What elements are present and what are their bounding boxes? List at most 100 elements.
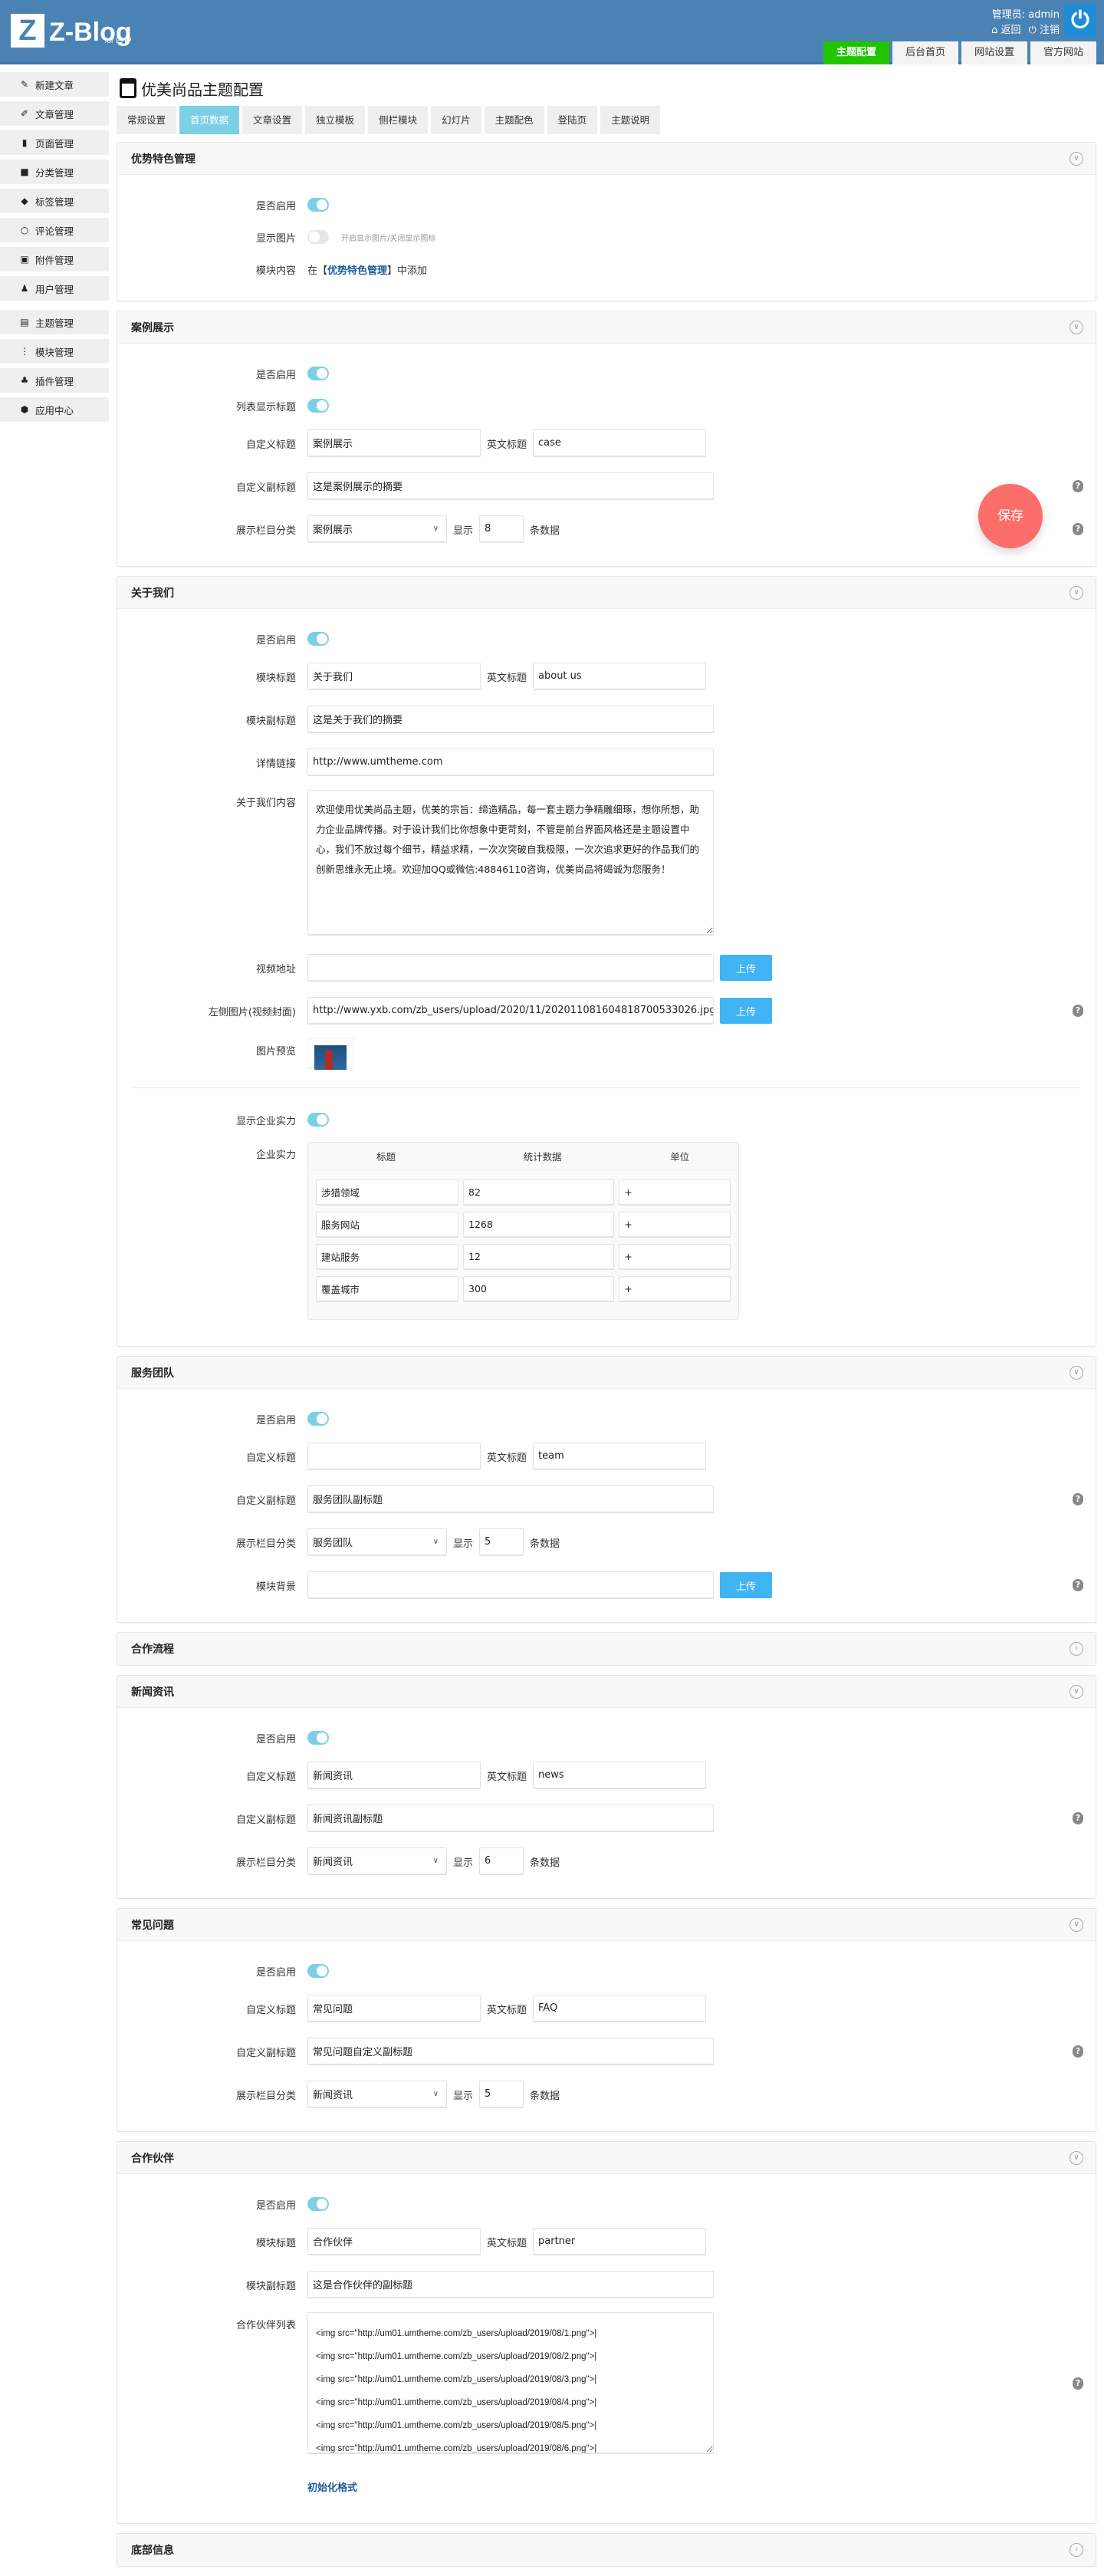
text-input[interactable]: 服务团队副标题: [307, 1485, 714, 1513]
text-input[interactable]: 这是关于我们的摘要: [307, 706, 714, 733]
section-header[interactable]: 服务团队 ∨: [117, 1357, 1096, 1389]
table-cell-input[interactable]: 涉猎领域: [316, 1179, 458, 1206]
count-input[interactable]: 8: [479, 515, 524, 543]
chevron-down-icon[interactable]: ∨: [1070, 2150, 1083, 2165]
sidebar-item[interactable]: ▮ 页面管理: [0, 130, 109, 155]
url-input[interactable]: [307, 1571, 714, 1599]
text-input[interactable]: 这是合作伙伴的副标题: [307, 2271, 714, 2298]
section-header[interactable]: 优势特色管理 ∨: [117, 143, 1096, 175]
table-cell-input[interactable]: 12: [463, 1244, 615, 1270]
table-cell-input[interactable]: +: [619, 1276, 731, 1302]
tab-7[interactable]: 主题配色: [484, 106, 544, 134]
tab-9[interactable]: 主题说明: [600, 106, 661, 134]
help-icon[interactable]: ?: [1073, 2045, 1083, 2058]
title-input[interactable]: 合作伙伴: [307, 2228, 481, 2255]
topnav-1[interactable]: 主题配置: [823, 41, 889, 64]
category-select[interactable]: 服务团队: [307, 1528, 447, 1556]
toggle-switch[interactable]: [307, 198, 329, 212]
toggle-switch[interactable]: [307, 399, 329, 413]
table-cell-input[interactable]: +: [619, 1244, 731, 1270]
title-input[interactable]: 常见问题: [307, 1995, 481, 2022]
table-cell-input[interactable]: 服务网站: [316, 1212, 458, 1238]
tab-6[interactable]: 幻灯片: [431, 106, 481, 134]
chevron-right-icon[interactable]: ›: [1070, 1642, 1083, 1656]
help-icon[interactable]: ?: [1073, 1812, 1083, 1824]
help-icon[interactable]: ?: [1073, 480, 1083, 492]
count-input[interactable]: 5: [479, 1528, 524, 1556]
toggle-switch[interactable]: [307, 230, 329, 244]
category-select[interactable]: 新闻资讯: [307, 1847, 447, 1875]
table-cell-input[interactable]: +: [619, 1212, 731, 1238]
sidebar-item[interactable]: ♣ 插件管理: [0, 368, 109, 393]
sidebar-item[interactable]: ✎ 新建文章: [0, 72, 109, 97]
upload-button[interactable]: 上传: [720, 955, 772, 981]
section-header[interactable]: 合作伙伴 ∨: [117, 2142, 1096, 2174]
reset-format-link[interactable]: 初始化格式: [307, 2479, 357, 2494]
help-icon[interactable]: ?: [1073, 1579, 1083, 1591]
sidebar-item[interactable]: ♟ 用户管理: [0, 276, 109, 301]
sidebar-item[interactable]: ◆ 标签管理: [0, 189, 109, 213]
url-input[interactable]: http://www.yxb.com/zb_users/upload/2020/…: [307, 997, 714, 1025]
title-input[interactable]: 关于我们: [307, 663, 481, 690]
upload-button[interactable]: 上传: [720, 998, 772, 1024]
section-header[interactable]: 案例展示 ∨: [117, 311, 1096, 344]
toggle-switch[interactable]: [307, 1731, 329, 1745]
chevron-down-icon[interactable]: ∨: [1070, 1365, 1083, 1380]
english-title-input[interactable]: team: [533, 1443, 707, 1470]
sidebar-item[interactable]: ⬢ 应用中心: [0, 397, 109, 422]
url-input[interactable]: [307, 954, 714, 982]
help-icon[interactable]: ?: [1073, 1493, 1083, 1505]
text-input[interactable]: 常见问题自定义副标题: [307, 2038, 714, 2065]
english-title-input[interactable]: FAQ: [533, 1995, 707, 2022]
toggle-switch[interactable]: [307, 2197, 329, 2211]
section-header[interactable]: 合作流程 ›: [117, 1633, 1096, 1665]
sidebar-item[interactable]: ▤ 主题管理: [0, 310, 109, 334]
module-link[interactable]: 优势特色管理: [327, 265, 387, 277]
sidebar-item[interactable]: ▣ 附件管理: [0, 247, 109, 271]
sidebar-item[interactable]: ○ 评论管理: [0, 218, 109, 242]
section-header[interactable]: 常见问题 ∨: [117, 1909, 1096, 1941]
sidebar-item[interactable]: ■ 分类管理: [0, 160, 109, 184]
help-icon[interactable]: ?: [1073, 1005, 1083, 1017]
toggle-switch[interactable]: [307, 1412, 329, 1426]
power-icon[interactable]: ⏻: [1064, 5, 1096, 37]
chevron-down-icon[interactable]: ∨: [1070, 320, 1083, 334]
chevron-down-icon[interactable]: ∨: [1070, 585, 1083, 600]
english-title-input[interactable]: about us: [533, 663, 707, 690]
partner-list-textarea[interactable]: <img src="http://um01.umtheme.com/zb_use…: [307, 2312, 714, 2454]
english-title-input[interactable]: partner: [533, 2228, 707, 2255]
table-cell-input[interactable]: 82: [463, 1179, 615, 1206]
help-icon[interactable]: ?: [1073, 523, 1083, 535]
title-input[interactable]: 案例展示: [307, 429, 481, 457]
english-title-input[interactable]: news: [533, 1762, 707, 1789]
chevron-down-icon[interactable]: ∨: [1070, 1684, 1083, 1699]
tab-5[interactable]: 侧栏模块: [368, 106, 429, 134]
english-title-input[interactable]: case: [533, 429, 707, 457]
tab-1[interactable]: 常规设置: [117, 106, 177, 134]
section-header[interactable]: 底部信息 ›: [117, 2534, 1096, 2566]
chevron-down-icon[interactable]: ∨: [1070, 151, 1083, 166]
table-cell-input[interactable]: 覆盖城市: [316, 1276, 458, 1302]
text-input[interactable]: 新闻资讯副标题: [307, 1805, 714, 1832]
sidebar-item[interactable]: ⋮ 模块管理: [0, 339, 109, 364]
upload-button[interactable]: 上传: [720, 1572, 772, 1598]
chevron-down-icon[interactable]: ∨: [1070, 1917, 1083, 1932]
table-cell-input[interactable]: 300: [463, 1276, 615, 1302]
table-cell-input[interactable]: +: [619, 1179, 731, 1206]
text-input[interactable]: http://www.umtheme.com: [307, 748, 714, 776]
tab-3[interactable]: 文章设置: [242, 106, 303, 134]
category-select[interactable]: 新闻资讯: [307, 2081, 447, 2108]
toggle-switch[interactable]: [307, 367, 329, 380]
help-icon[interactable]: ?: [1073, 2377, 1083, 2390]
toggle-switch[interactable]: [307, 632, 329, 646]
category-select[interactable]: 案例展示: [307, 515, 447, 543]
save-button[interactable]: 保存: [978, 484, 1043, 548]
text-input[interactable]: 这是案例展示的摘要: [307, 472, 714, 500]
table-cell-input[interactable]: 建站服务: [316, 1244, 458, 1270]
tab-8[interactable]: 登陆页: [547, 106, 598, 134]
count-input[interactable]: 5: [479, 2081, 524, 2108]
logout-link[interactable]: ⏻ 注销: [1029, 25, 1060, 36]
topnav-4[interactable]: 官方网站: [1030, 41, 1096, 64]
chevron-right-icon[interactable]: ›: [1070, 2543, 1083, 2557]
toggle-switch[interactable]: [307, 1964, 329, 1978]
